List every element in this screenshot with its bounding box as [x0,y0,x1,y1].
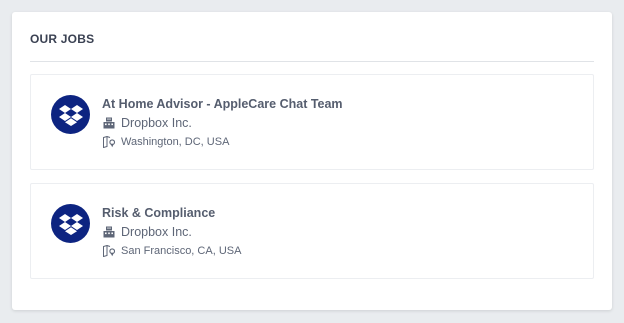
location-row: Washington, DC, USA [102,135,229,149]
job-title[interactable]: Risk & Compliance [102,206,215,220]
job-card[interactable]: At Home Advisor - AppleCare Chat Team Dr… [30,74,594,170]
section-title: OUR JOBS [30,32,95,46]
map-pin-icon [102,244,116,258]
jobs-panel: OUR JOBS At Home Advisor - AppleCare Cha… [12,12,612,310]
company-row: Dropbox Inc. [102,225,192,239]
job-title[interactable]: At Home Advisor - AppleCare Chat Team [102,97,343,111]
job-location: San Francisco, CA, USA [121,245,242,257]
map-pin-icon [102,135,116,149]
company-name: Dropbox Inc. [121,225,192,239]
building-icon [102,116,116,130]
location-row: San Francisco, CA, USA [102,244,241,258]
job-card[interactable]: Risk & Compliance Dropbox Inc. San Franc… [30,183,594,279]
dropbox-logo [51,95,90,134]
dropbox-logo-icon [58,213,83,235]
building-icon [102,225,116,239]
section-divider [30,61,594,62]
company-row: Dropbox Inc. [102,116,192,130]
dropbox-logo [51,204,90,243]
job-location: Washington, DC, USA [121,136,230,148]
company-name: Dropbox Inc. [121,116,192,130]
dropbox-logo-icon [58,104,83,126]
